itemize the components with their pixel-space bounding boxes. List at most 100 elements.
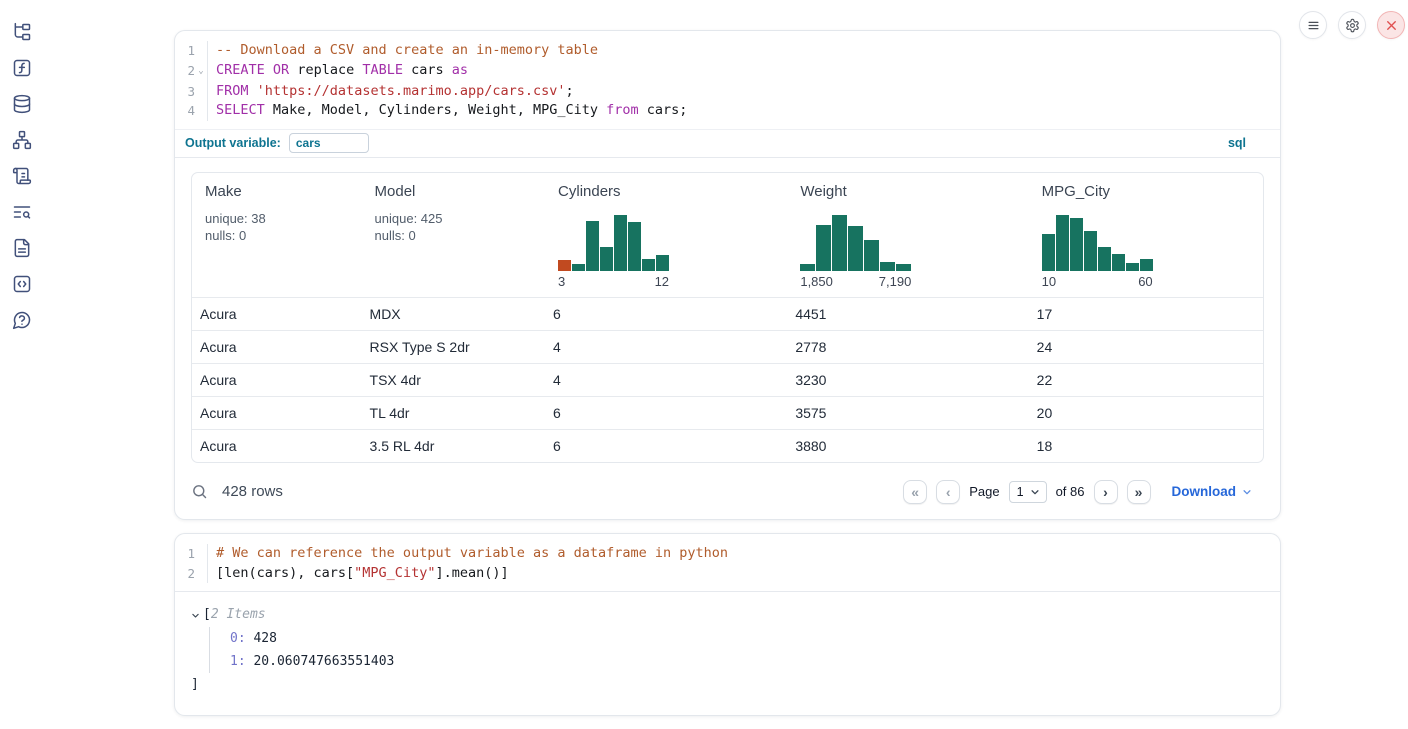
table-cell: MDX <box>362 306 545 322</box>
column-stat: nulls: 0 <box>205 227 354 244</box>
table-cell: Acura <box>192 438 362 454</box>
output-variable-label: Output variable: <box>185 136 281 150</box>
column-label: Weight <box>800 183 1020 200</box>
code-line: 4SELECT Make, Model, Cylinders, Weight, … <box>175 101 1280 121</box>
shutdown-button[interactable] <box>1377 11 1405 39</box>
help-icon[interactable] <box>12 310 32 330</box>
collapse-chevron-icon[interactable] <box>191 611 203 620</box>
download-button[interactable]: Download <box>1172 484 1253 499</box>
output-variable-input[interactable] <box>289 133 369 153</box>
first-page-button[interactable]: « <box>903 480 927 504</box>
table-cell: 3.5 RL 4dr <box>362 438 545 454</box>
column-stat: unique: 38 <box>205 210 354 227</box>
histogram <box>558 215 669 271</box>
histogram-bar <box>656 255 669 271</box>
file-tree-icon[interactable] <box>12 22 32 42</box>
python-code-editor[interactable]: 1 # We can reference the output variable … <box>175 534 1280 591</box>
gear-icon <box>1345 18 1360 33</box>
axis-min-label: 10 <box>1042 274 1056 289</box>
code-token: -- Download a CSV and create an in-memor… <box>216 42 598 58</box>
table-row: Acura3.5 RL 4dr6388018 <box>192 429 1263 462</box>
download-label: Download <box>1172 484 1237 499</box>
table-cell: 17 <box>1029 306 1263 322</box>
line-gutter: 4 <box>175 101 208 121</box>
sql-code-editor[interactable]: 1 -- Download a CSV and create an in-memo… <box>175 31 1280 129</box>
line-gutter: 3 <box>175 82 208 102</box>
documentation-icon[interactable] <box>12 238 32 258</box>
column-stats: unique: 38nulls: 0 <box>205 210 354 244</box>
code-token: ].mean()] <box>435 565 508 581</box>
outline-search-icon[interactable] <box>12 202 32 222</box>
search-icon[interactable] <box>191 483 209 501</box>
items-count-label: 2 Items <box>211 605 266 625</box>
settings-button[interactable] <box>1338 11 1366 39</box>
code-token: as <box>452 62 468 78</box>
table-cell: 6 <box>545 405 787 421</box>
histogram-bar <box>1070 218 1083 271</box>
code-line-text: # We can reference the output variable a… <box>208 544 728 564</box>
menu-button[interactable] <box>1299 11 1327 39</box>
table-row: AcuraRSX Type S 2dr4277824 <box>192 330 1263 363</box>
axis-min-label: 3 <box>558 274 565 289</box>
tree-entry: 0: 428 <box>230 627 1264 650</box>
table-footer: 428 rows « ‹ Page 1 of 86 › » Download <box>175 469 1280 519</box>
table-cell: 3880 <box>787 438 1028 454</box>
column-header-model[interactable]: Modelunique: 425nulls: 0 <box>362 173 546 297</box>
python-cell: 1 # We can reference the output variable … <box>174 533 1281 716</box>
code-line-text: -- Download a CSV and create an in-memor… <box>208 41 598 61</box>
chevron-down-icon <box>1242 487 1252 497</box>
line-number: 1 <box>175 41 195 61</box>
code-line: 2⌄CREATE OR replace TABLE cars as <box>175 61 1280 82</box>
histogram-bar <box>642 259 655 271</box>
histogram-bar <box>800 264 815 271</box>
next-page-button[interactable]: › <box>1094 480 1118 504</box>
histogram-bar <box>558 260 571 271</box>
line-gutter: 1 <box>175 544 208 564</box>
line-gutter: 2 <box>175 564 208 584</box>
snippets-icon[interactable] <box>12 274 32 294</box>
column-label: MPG_City <box>1042 183 1255 200</box>
histogram-bar <box>1126 263 1139 271</box>
fold-spacer <box>195 544 207 564</box>
column-histogram: 312 <box>558 215 779 289</box>
page-label: Page <box>969 484 999 499</box>
code-line: 3 FROM 'https://datasets.marimo.app/cars.… <box>175 82 1280 102</box>
line-number: 2 <box>175 61 195 82</box>
output-variable-row: Output variable: sql <box>175 129 1280 158</box>
table-cell: 3230 <box>787 372 1028 388</box>
code-line-text: [len(cars), cars["MPG_City"].mean()] <box>208 564 509 584</box>
code-token: FROM <box>216 83 249 99</box>
code-line: 2 [len(cars), cars["MPG_City"].mean()] <box>175 564 1280 584</box>
code-token: 'https://datasets.marimo.app/cars.csv' <box>257 83 566 99</box>
column-header-cylinders[interactable]: Cylinders312 <box>545 173 787 297</box>
axis-max-label: 60 <box>1138 274 1152 289</box>
histogram-bar <box>628 222 641 271</box>
code-token: from <box>606 102 639 118</box>
table-row: AcuraTL 4dr6357520 <box>192 396 1263 429</box>
fold-chevron-icon[interactable]: ⌄ <box>195 61 207 82</box>
logs-icon[interactable] <box>12 166 32 186</box>
code-token: cars <box>403 62 452 78</box>
last-page-button[interactable]: » <box>1127 480 1151 504</box>
table-cell: 4 <box>545 339 787 355</box>
code-token: "MPG_City" <box>354 565 435 581</box>
dependency-graph-icon[interactable] <box>12 130 32 150</box>
page-select[interactable]: 1 <box>1009 481 1047 503</box>
table-cell: 6 <box>545 306 787 322</box>
column-label: Make <box>205 183 354 200</box>
column-header-weight[interactable]: Weight1,8507,190 <box>787 173 1028 297</box>
previous-page-button[interactable]: ‹ <box>936 480 960 504</box>
axis-min-label: 1,850 <box>800 274 833 289</box>
column-header-make[interactable]: Make unique: 38nulls: 0 <box>192 173 362 297</box>
code-token: # We can reference the output variable a… <box>216 545 728 561</box>
column-header-mpg_city[interactable]: MPG_City 10 60 <box>1029 173 1263 297</box>
code-token: TABLE <box>362 62 403 78</box>
fold-spacer <box>195 82 207 102</box>
datasources-icon[interactable] <box>12 94 32 114</box>
code-token <box>249 83 257 99</box>
line-number: 2 <box>175 564 195 584</box>
histogram-bar <box>1042 234 1055 271</box>
variables-icon[interactable] <box>12 58 32 78</box>
table-cell: TL 4dr <box>362 405 545 421</box>
code-line-text: SELECT Make, Model, Cylinders, Weight, M… <box>208 101 687 121</box>
